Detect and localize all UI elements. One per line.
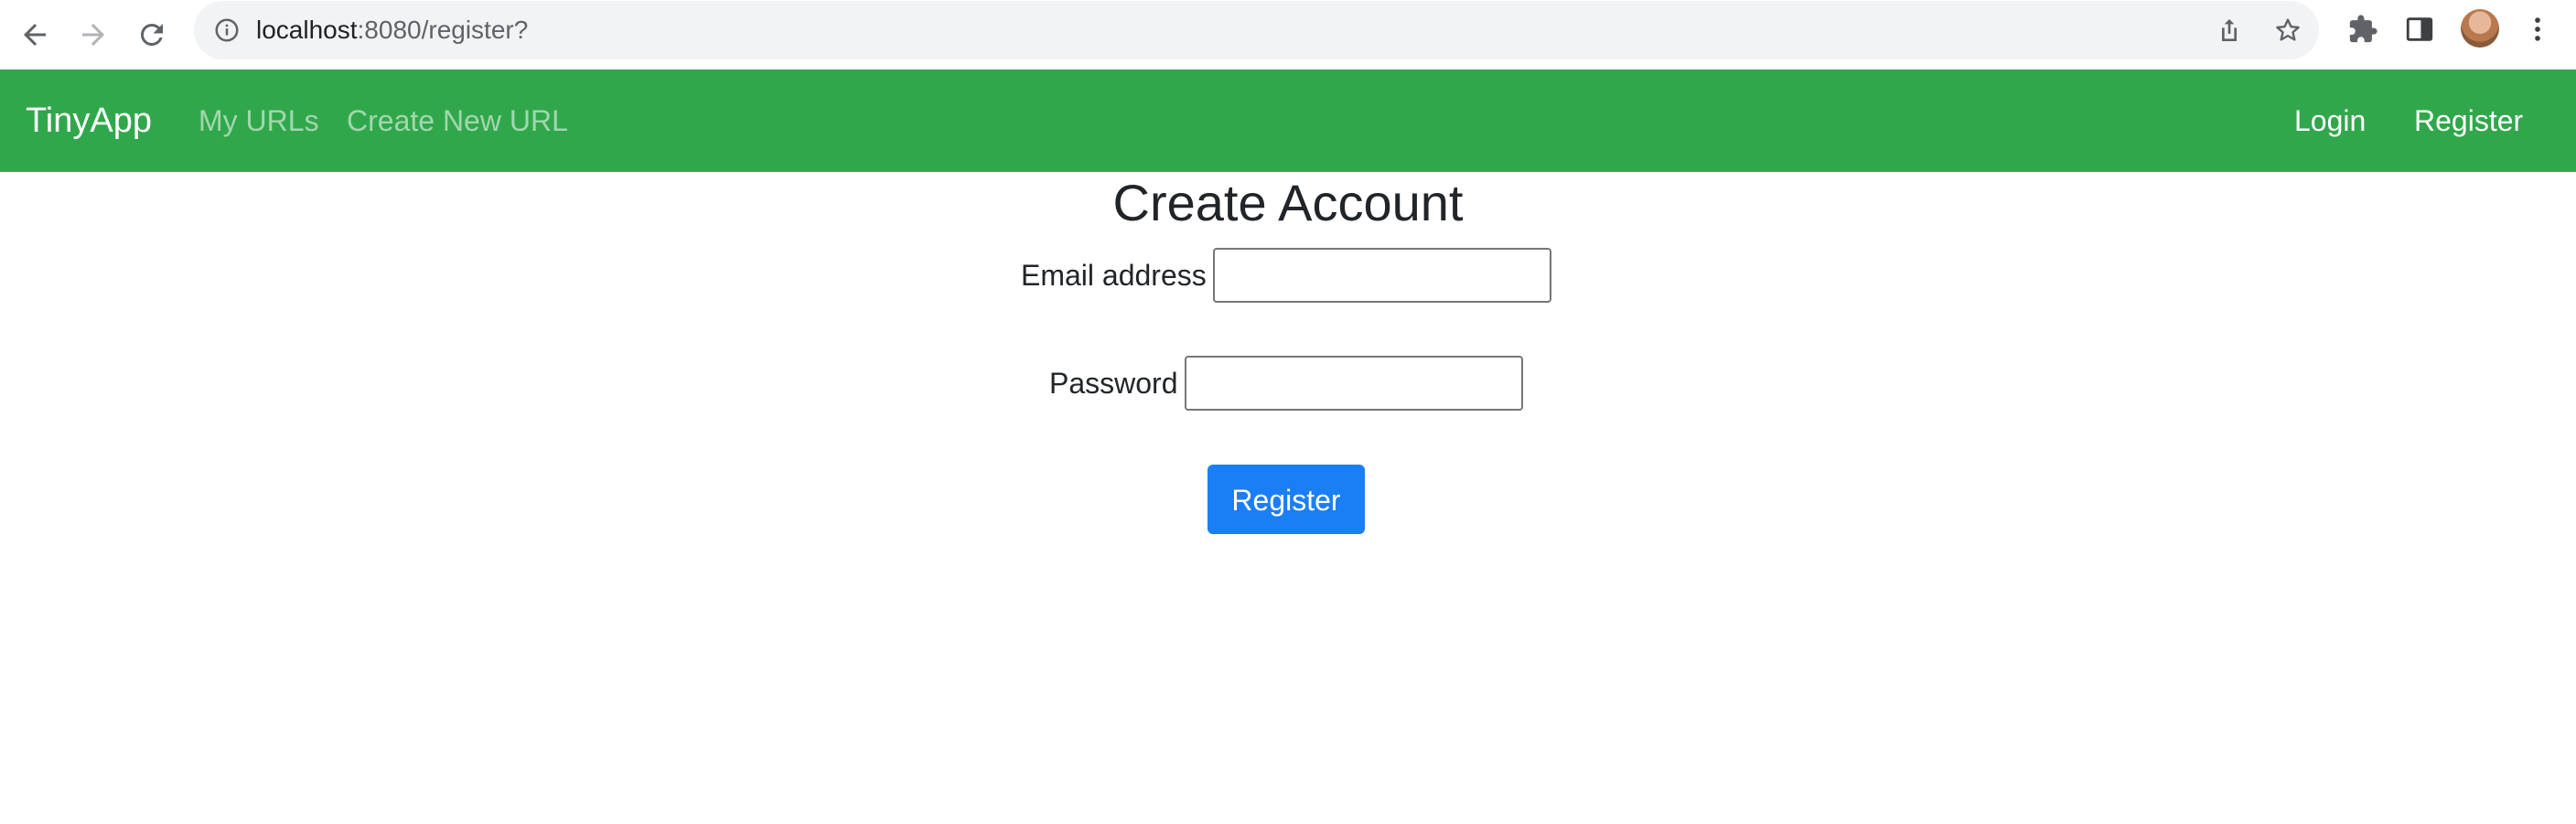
email-label: Email address — [1021, 259, 1207, 292]
forward-arrow-icon-glyph — [82, 24, 104, 46]
url-text[interactable]: localhost:8080/register? — [256, 1, 528, 59]
info-icon-glyph — [215, 18, 239, 42]
reload-icon[interactable] — [130, 13, 174, 57]
star-icon-glyph — [2276, 18, 2300, 41]
puzzle-icon-glyph — [2349, 15, 2377, 43]
forward-arrow-icon[interactable] — [71, 13, 115, 57]
browser-toolbar: localhost:8080/register? — [0, 0, 2576, 70]
kebab-menu-icon[interactable] — [2519, 11, 2556, 48]
url-host: localhost — [256, 16, 358, 44]
nav-link-register[interactable]: Register — [2414, 70, 2523, 172]
address-bar[interactable]: localhost:8080/register? — [194, 1, 2319, 59]
back-arrow-icon[interactable] — [13, 13, 57, 57]
page-title: Create Account — [1112, 174, 1464, 231]
info-icon[interactable] — [212, 16, 242, 45]
share-icon-glyph — [2222, 19, 2237, 41]
nav-link-my-urls[interactable]: My URLs — [199, 70, 319, 172]
password-label: Password — [1049, 367, 1178, 400]
side-panel-icon[interactable] — [2401, 11, 2438, 48]
register-button[interactable]: Register — [1208, 465, 1365, 534]
url-path: :8080/register? — [357, 16, 529, 44]
share-icon[interactable] — [2211, 12, 2248, 48]
nav-link-create-new-url[interactable]: Create New URL — [347, 70, 568, 172]
brand-link[interactable]: TinyApp — [26, 70, 152, 172]
star-icon[interactable] — [2270, 12, 2306, 48]
email-field[interactable] — [1213, 248, 1551, 303]
kebab-menu-icon-glyph — [2535, 17, 2540, 41]
app-navbar: TinyApp My URLs Create New URL Login Reg… — [0, 70, 2576, 172]
puzzle-icon[interactable] — [2345, 11, 2381, 48]
reload-icon-glyph — [140, 23, 163, 46]
password-field[interactable] — [1185, 356, 1523, 411]
back-arrow-icon-glyph — [24, 24, 46, 46]
avatar[interactable] — [2461, 9, 2499, 48]
nav-link-login[interactable]: Login — [2294, 70, 2366, 172]
side-panel-icon-glyph — [2406, 17, 2433, 41]
